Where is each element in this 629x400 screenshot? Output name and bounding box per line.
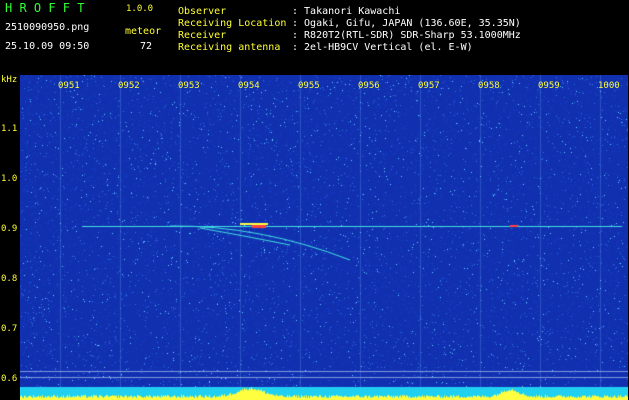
header-panel: H R O F F T 1.0.0 2510090950.png meteor … <box>0 0 629 75</box>
app-logo: H R O F F T <box>5 1 85 15</box>
x-tick-0959: 0959 <box>538 81 560 91</box>
spectrogram-canvas <box>20 75 628 400</box>
x-tick-0957: 0957 <box>418 81 440 91</box>
location-value: : Ogaki, Gifu, JAPAN (136.60E, 35.35N) <box>292 18 521 29</box>
app-version: 1.0.0 <box>126 4 154 14</box>
observer-value: : Takanori Kawachi <box>292 6 401 17</box>
spectrogram-area <box>0 75 629 400</box>
event-count: 72 <box>140 41 153 52</box>
x-tick-0954: 0954 <box>238 81 260 91</box>
x-tick-0951: 0951 <box>58 81 80 91</box>
observer-label: Observer <box>178 6 227 17</box>
x-tick-0956: 0956 <box>358 81 380 91</box>
capture-datetime: 25.10.09 09:50 <box>5 41 90 52</box>
x-tick-1000: 1000 <box>598 81 620 91</box>
receiver-label: Receiver <box>178 30 227 41</box>
file-name: 2510090950.png <box>5 22 90 33</box>
x-tick-0958: 0958 <box>478 81 500 91</box>
x-tick-0953: 0953 <box>178 81 200 91</box>
antenna-label: Receiving antenna <box>178 42 281 53</box>
antenna-value: : 2el-HB9CV Vertical (el. E-W) <box>292 42 473 53</box>
receiver-value: : R820T2(RTL-SDR) SDR-Sharp 53.1000MHz <box>292 30 521 41</box>
event-label: meteor <box>125 26 162 37</box>
x-tick-0952: 0952 <box>118 81 140 91</box>
location-label: Receiving Location <box>178 18 287 29</box>
x-tick-0955: 0955 <box>298 81 320 91</box>
